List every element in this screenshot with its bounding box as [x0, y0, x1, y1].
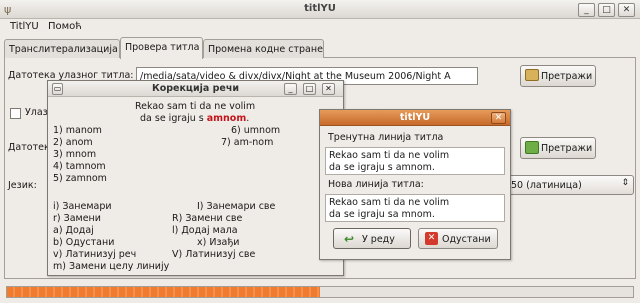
new-line-label: Нова линија титла:	[328, 179, 424, 190]
output-file-label: Датотек	[8, 142, 50, 153]
titlyu-dialog-titlebar[interactable]: titlYU ✕	[320, 110, 510, 126]
convert-icon	[525, 141, 539, 154]
ok-button[interactable]: ↩ У реду	[333, 228, 411, 249]
action-ignore-all[interactable]: I) Занемари све	[197, 201, 275, 212]
action-add-lowercase[interactable]: l) Додај мала	[172, 225, 238, 236]
ok-label: У реду	[362, 234, 395, 245]
menu-titlyu[interactable]: TitlYU	[10, 21, 39, 32]
progress-fill	[7, 287, 320, 297]
new-line-2: da se igraju sa mnom.	[329, 209, 435, 220]
correction-titlebar[interactable]: ▭ Корекција речи _ □ ✕	[48, 81, 343, 97]
window-title: titlYU	[304, 3, 336, 14]
action-exit[interactable]: x) Изађи	[197, 237, 239, 248]
tab-codepage-change[interactable]: Промена кодне стране	[203, 39, 324, 58]
correction-title: Корекција речи	[151, 83, 240, 94]
folder-icon	[525, 69, 539, 81]
browse-output-label: Претражи	[541, 143, 593, 154]
context-line-2-post: .	[246, 113, 250, 124]
word-correction-dialog: ▭ Корекција речи _ □ ✕ Rekao sam ti da n…	[47, 80, 344, 276]
close-icon[interactable]: ✕	[322, 83, 335, 95]
titlyu-dialog-title: titlYU	[399, 112, 431, 123]
suggestion-item[interactable]: 4) tamnom	[53, 161, 106, 172]
close-icon[interactable]: ✕	[618, 3, 635, 17]
browse-output-button[interactable]: Претражи	[520, 137, 596, 159]
cancel-x-icon: ✕	[425, 232, 438, 245]
action-add[interactable]: a) Додај	[53, 225, 94, 236]
minimize-icon[interactable]: _	[284, 83, 297, 95]
context-line-2-pre: da se igraju s	[140, 113, 207, 124]
action-latinize-all[interactable]: V) Латинизуј све	[172, 249, 255, 260]
action-replace-all[interactable]: R) Замени све	[172, 213, 242, 224]
suggestion-item[interactable]: 2) anom	[53, 137, 93, 148]
maximize-icon[interactable]: □	[598, 3, 615, 17]
tab-subtitle-check[interactable]: Провера титла	[120, 37, 203, 59]
action-latinize-word[interactable]: v) Латинизуј реч	[53, 249, 136, 260]
suggestion-item[interactable]: 7) am-nom	[221, 137, 273, 148]
new-line-field[interactable]: Rekao sam ti da ne volim da se igraju sa…	[325, 194, 505, 222]
context-line-2: da se igraju s amnom.	[140, 113, 249, 124]
tab-transliteration[interactable]: Транслитерализација	[4, 39, 120, 58]
misspelled-word: amnom	[206, 113, 247, 124]
language-select[interactable]: 50 (латиница) ⇕	[506, 175, 634, 195]
action-replace[interactable]: r) Замени	[53, 213, 101, 224]
main-titlebar[interactable]: ψ titlYU _ □ ✕	[0, 0, 640, 19]
browse-input-label: Претражи	[541, 71, 593, 82]
language-value: 50 (латиница)	[511, 180, 582, 191]
progress-bar	[6, 286, 634, 298]
context-line-1: Rekao sam ti da ne volim	[135, 101, 256, 112]
suggestion-item[interactable]: 6) umnom	[231, 125, 280, 136]
input-checkbox[interactable]	[10, 108, 21, 119]
menu-help[interactable]: Помоћ	[48, 21, 82, 32]
current-line-text: Rekao sam ti da ne volim da se igraju s …	[325, 147, 505, 175]
current-line-1: Rekao sam ti da ne volim	[329, 150, 450, 161]
statusbar	[0, 281, 640, 303]
new-line-1: Rekao sam ti da ne volim	[329, 197, 450, 208]
action-cancel[interactable]: b) Одустани	[53, 237, 114, 248]
titlyu-dialog: titlYU ✕ Тренутна линија титла Rekao sam…	[319, 109, 511, 260]
suggestion-item[interactable]: 1) manom	[53, 125, 102, 136]
suggestion-item[interactable]: 3) mnom	[53, 149, 96, 160]
language-label: Језик:	[8, 180, 37, 191]
menubar: TitlYU Помоћ	[0, 19, 640, 36]
maximize-icon[interactable]: □	[303, 83, 316, 95]
suggestion-item[interactable]: 5) zamnom	[53, 173, 107, 184]
current-line-2: da se igraju s amnom.	[329, 162, 435, 173]
cancel-button[interactable]: ✕ Одустани	[418, 228, 498, 249]
action-replace-line[interactable]: m) Замени целу линију	[53, 261, 169, 272]
minimize-icon[interactable]: _	[578, 3, 595, 17]
current-line-label: Тренутна линија титла	[328, 132, 444, 143]
browse-input-button[interactable]: Претражи	[520, 65, 596, 87]
ok-arrow-icon: ↩	[344, 232, 355, 246]
cancel-label: Одустани	[442, 234, 491, 245]
spinner-arrows-icon: ⇕	[621, 178, 629, 188]
action-ignore[interactable]: i) Занемари	[53, 201, 112, 212]
close-icon[interactable]: ✕	[491, 112, 506, 124]
